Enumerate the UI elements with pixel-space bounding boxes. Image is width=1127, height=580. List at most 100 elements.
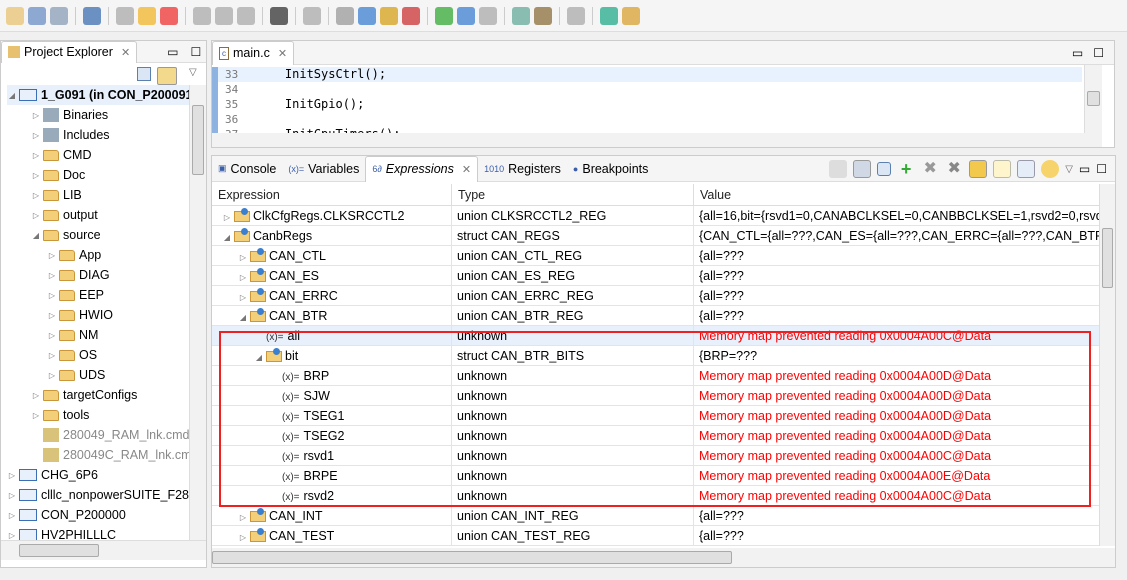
tree-item-eep[interactable]: ▷ EEP: [47, 285, 104, 305]
collapsed-arrow-icon[interactable]: ▷: [47, 371, 57, 380]
console-icon[interactable]: [567, 6, 585, 25]
sync-icon[interactable]: [1041, 160, 1060, 178]
tree-item-hwio[interactable]: ▷ HWIO: [47, 305, 113, 325]
resume-icon[interactable]: [116, 6, 134, 25]
remove-icon[interactable]: ✖: [921, 160, 939, 178]
table-row[interactable]: ◢ bit struct CAN_BTR_BITS {BRP=???: [212, 346, 1100, 366]
minimize-icon[interactable]: ▭: [1072, 46, 1083, 60]
close-icon[interactable]: ✕: [462, 163, 471, 176]
tab-registers[interactable]: 1010 Registers: [478, 156, 567, 182]
tree-item-includes[interactable]: ▷ Includes: [31, 125, 110, 145]
tree-item-os[interactable]: ▷ OS: [47, 345, 97, 365]
table-row[interactable]: (x)= BRP unknown Memory map prevented readi…: [212, 366, 1100, 386]
view-menu-icon[interactable]: ▽: [189, 67, 197, 85]
editor-vertical-scrollbar[interactable]: [1084, 65, 1102, 133]
search-icon[interactable]: [600, 6, 618, 25]
flash-icon[interactable]: [457, 6, 475, 25]
collapsed-arrow-icon[interactable]: ▷: [47, 311, 57, 320]
load-icon[interactable]: [380, 6, 398, 25]
column-header-value[interactable]: Value: [694, 184, 1100, 206]
close-icon[interactable]: ✕: [121, 46, 130, 59]
table-vertical-scrollbar[interactable]: [1099, 184, 1115, 546]
tree-item-output[interactable]: ▷ output: [31, 205, 98, 225]
refresh-icon[interactable]: [969, 160, 988, 178]
table-row[interactable]: ◢ CanbRegs struct CAN_REGS {CAN_CTL={all=??…: [212, 226, 1100, 246]
tree-item-280049-ram-lnk-cmd[interactable]: 280049_RAM_lnk.cmd: [31, 425, 189, 445]
collapsed-arrow-icon[interactable]: ▷: [238, 508, 248, 526]
table-row[interactable]: ◢ CAN_BTR union CAN_BTR_REG {all=???: [212, 306, 1100, 326]
show-logical-structure-icon[interactable]: [853, 160, 872, 178]
collapsed-arrow-icon[interactable]: ▷: [47, 291, 57, 300]
tree-item-doc[interactable]: ▷ Doc: [31, 165, 85, 185]
horizontal-scrollbar[interactable]: [1, 540, 206, 560]
tree-item-1-g091-in-con-p200091[interactable]: ◢ 1_G091 (in CON_P200091: [7, 85, 189, 105]
table-row[interactable]: (x)= TSEG1 unknown Memory map prevented rea…: [212, 406, 1100, 426]
export-icon[interactable]: [1017, 160, 1036, 178]
collapsed-arrow-icon[interactable]: ▷: [47, 271, 57, 280]
tree-item-tools[interactable]: ▷ tools: [31, 405, 89, 425]
collapsed-arrow-icon[interactable]: ▷: [47, 351, 57, 360]
table-row[interactable]: (x)= BRPE unknown Memory map prevented read…: [212, 466, 1100, 486]
table-row[interactable]: ▷ CAN_INT union CAN_INT_REG {all=???: [212, 506, 1100, 526]
table-row[interactable]: (x)= rsvd2 unknown Memory map prevented rea…: [212, 486, 1100, 506]
collapsed-arrow-icon[interactable]: ▷: [31, 131, 41, 140]
table-row[interactable]: ▷ CAN_CTL union CAN_CTL_REG {all=???: [212, 246, 1100, 266]
minimize-icon[interactable]: ▭: [1079, 162, 1090, 176]
expanded-arrow-icon[interactable]: ◢: [254, 348, 264, 366]
save-icon[interactable]: [28, 6, 46, 25]
save-all-icon[interactable]: [50, 6, 68, 25]
view-menu-icon[interactable]: ▽: [1065, 164, 1073, 175]
tree-item-lib[interactable]: ▷ LIB: [31, 185, 82, 205]
tree-item-nm[interactable]: ▷ NM: [47, 325, 99, 345]
tree-item-binaries[interactable]: ▷ Binaries: [31, 105, 108, 125]
vertical-scrollbar[interactable]: [189, 85, 206, 540]
collapsed-arrow-icon[interactable]: ▷: [47, 331, 57, 340]
tree-item-app[interactable]: ▷ App: [47, 245, 101, 265]
build-icon[interactable]: [336, 6, 354, 25]
link-with-editor-icon[interactable]: [157, 67, 177, 85]
debug-view-icon[interactable]: [83, 6, 101, 25]
table-row[interactable]: (x)= TSEG2 unknown Memory map prevented rea…: [212, 426, 1100, 446]
tab-variables[interactable]: (x)= Variables: [282, 156, 365, 182]
tree-item-diag[interactable]: ▷ DIAG: [47, 265, 110, 285]
tree-item-clllc-nonpowersuite-f280[interactable]: ▷ clllc_nonpowerSUITE_F280: [7, 485, 189, 505]
new-icon[interactable]: [6, 6, 24, 25]
collapsed-arrow-icon[interactable]: ▷: [238, 528, 248, 546]
collapsed-arrow-icon[interactable]: ▷: [31, 211, 41, 220]
collapsed-arrow-icon[interactable]: ▷: [7, 471, 17, 480]
collapsed-arrow-icon[interactable]: ▷: [7, 511, 17, 520]
tree-item-280049c-ram-lnk-cmd[interactable]: 280049C_RAM_lnk.cmd: [31, 445, 189, 465]
show-type-names-icon[interactable]: [829, 160, 848, 178]
close-icon[interactable]: ✕: [278, 47, 287, 60]
hammer-icon[interactable]: [534, 6, 552, 25]
table-row[interactable]: (x)= rsvd1 unknown Memory map prevented rea…: [212, 446, 1100, 466]
table-row[interactable]: (x)= SJW unknown Memory map prevented readi…: [212, 386, 1100, 406]
step-over-icon[interactable]: [215, 6, 233, 25]
target-icon[interactable]: [479, 6, 497, 25]
editor-horizontal-scrollbar[interactable]: [212, 133, 1102, 147]
step-into-icon[interactable]: [193, 6, 211, 25]
step-icon[interactable]: [512, 6, 530, 25]
maximize-icon[interactable]: ☐: [1096, 162, 1107, 176]
tree-item-targetconfigs[interactable]: ▷ targetConfigs: [31, 385, 137, 405]
collapsed-arrow-icon[interactable]: ▷: [238, 268, 248, 286]
collapsed-arrow-icon[interactable]: ▷: [31, 111, 41, 120]
expanded-arrow-icon[interactable]: ◢: [7, 91, 17, 100]
connect-icon[interactable]: [303, 6, 321, 25]
breakpoint-icon[interactable]: [402, 6, 420, 25]
table-row[interactable]: ▷ ClkCfgRegs.CLKSRCCTL2 union CLKSRCCTL2_R…: [212, 206, 1100, 226]
tree-item-source[interactable]: ◢ source: [31, 225, 101, 245]
tab-console[interactable]: ▣ Console: [212, 156, 282, 182]
expanded-arrow-icon[interactable]: ◢: [238, 308, 248, 326]
tree-item-chg-6p6[interactable]: ▷ CHG_6P6: [7, 465, 98, 485]
maximize-icon[interactable]: ☐: [1093, 46, 1104, 60]
tree-item-cmd[interactable]: ▷ CMD: [31, 145, 92, 165]
collapsed-arrow-icon[interactable]: ▷: [222, 208, 232, 226]
collapsed-arrow-icon[interactable]: ▷: [7, 531, 17, 540]
debug-icon[interactable]: [358, 6, 376, 25]
collapsed-arrow-icon[interactable]: ▷: [31, 171, 41, 180]
tab-expressions[interactable]: 6∂ Expressions ✕: [365, 155, 479, 182]
tree-item-hv2philllc[interactable]: ▷ HV2PHILLLC: [7, 525, 116, 540]
remove-all-icon[interactable]: ✖: [945, 160, 963, 178]
memory-browser-icon[interactable]: [270, 6, 288, 25]
